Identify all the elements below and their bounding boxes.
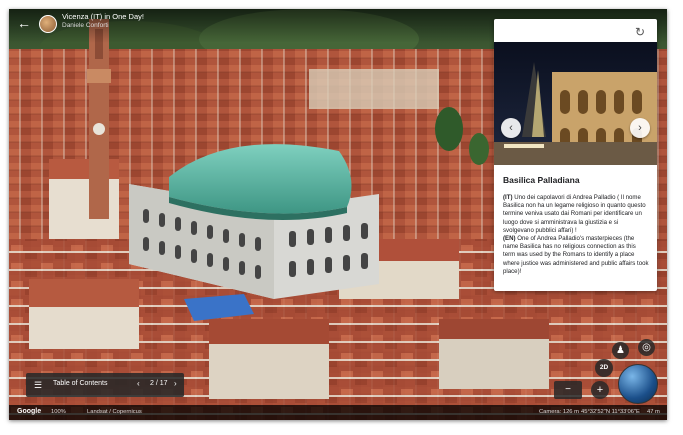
basilica-night-photo <box>494 42 657 165</box>
avatar[interactable] <box>39 15 57 33</box>
globe-compass-icon[interactable] <box>618 364 658 404</box>
zoom-out-icon[interactable]: − <box>565 384 571 395</box>
status-bar: Google 100% Landsat / Copernicus Camera:… <box>9 405 667 420</box>
zoom-control[interactable]: − <box>554 381 582 399</box>
ground-altitude: 47 m <box>647 409 660 415</box>
location-icon[interactable]: ◎ <box>638 339 655 356</box>
next-slide-icon[interactable]: › <box>174 379 177 388</box>
desc-en-label: (EN) <box>503 235 516 243</box>
desc-it-text: Uno dei capolavori di Andrea Palladio ( … <box>503 194 646 234</box>
project-title: Vicenza (IT) in One Day! <box>62 12 144 21</box>
back-arrow-icon[interactable]: ← <box>17 16 31 30</box>
prev-slide-icon[interactable]: ‹ <box>137 379 140 388</box>
refresh-icon[interactable]: ↻ <box>633 25 647 39</box>
place-title: Basilica Palladiana <box>503 175 580 185</box>
google-logo: Google <box>17 408 42 415</box>
place-photo[interactable]: ‹ › <box>494 42 657 165</box>
slide-counter: 2 / 17 <box>150 380 168 387</box>
place-card: ↻ ‹ › Basilica Palladiana (IT) Uno dei c… <box>494 19 657 291</box>
toc-label[interactable]: Table of Contents <box>53 380 107 387</box>
prev-photo-button[interactable]: ‹ <box>501 118 521 138</box>
author-name[interactable]: Daniele Conforti <box>62 22 109 30</box>
imagery-attribution[interactable]: Landsat / Copernicus <box>87 409 142 415</box>
earth-viewer[interactable]: ← Vicenza (IT) in One Day! Daniele Confo… <box>9 9 667 420</box>
coordinates: 45°32'52"N 11°33'06"E <box>581 409 640 415</box>
list-icon[interactable]: ☰ <box>34 379 42 391</box>
pegman-icon[interactable]: ♟ <box>612 342 629 359</box>
desc-en-text: One of Andrea Palladio's masterpieces (t… <box>503 235 649 275</box>
place-description: (IT) Uno dei capolavori di Andrea Pallad… <box>503 194 649 276</box>
table-of-contents-bar[interactable]: ☰ Table of Contents ‹ 2 / 17 › <box>26 373 184 397</box>
zoom-in-button[interactable]: + <box>591 381 609 399</box>
next-photo-button[interactable]: › <box>630 118 650 138</box>
desc-it-label: (IT) <box>503 194 513 201</box>
view-2d-button[interactable]: 2D <box>595 359 613 377</box>
camera-altitude: Camera: 126 m <box>539 409 579 415</box>
scale-zoom: 100% <box>51 409 66 415</box>
